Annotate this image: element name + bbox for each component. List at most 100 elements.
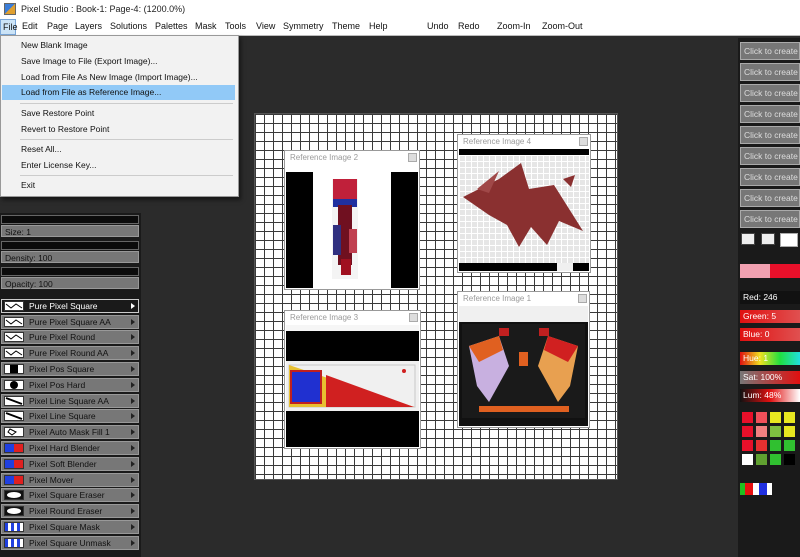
menu-revert-restore-point[interactable]: Revert to Restore Point: [2, 122, 235, 137]
menu-tools[interactable]: Tools: [225, 21, 246, 31]
close-icon[interactable]: [579, 137, 588, 146]
menu-edit[interactable]: Edit: [22, 21, 38, 31]
palette-swatch[interactable]: [756, 426, 767, 437]
tool-pure-pixel-square-aa[interactable]: Pure Pixel Square AA: [1, 315, 139, 329]
tool-pixel-auto-mask-fill[interactable]: Pixel Auto Mask Fill 1: [1, 425, 139, 439]
tool-pixel-round-eraser[interactable]: Pixel Round Eraser: [1, 504, 139, 518]
menu-solutions[interactable]: Solutions: [110, 21, 147, 31]
menu-theme[interactable]: Theme: [332, 21, 360, 31]
palette-swatch[interactable]: [784, 412, 795, 423]
tool-pixel-square-unmask[interactable]: Pixel Square Unmask: [1, 536, 139, 550]
recent-swatch[interactable]: [759, 483, 767, 495]
menu-load-new-image[interactable]: Load from File As New Image (Import Imag…: [2, 70, 235, 85]
close-icon[interactable]: [578, 294, 587, 303]
palette-swatch[interactable]: [784, 440, 795, 451]
close-icon[interactable]: [408, 153, 417, 162]
create-slot-button[interactable]: Click to create: [740, 147, 800, 165]
menu-new-blank-image[interactable]: New Blank Image: [2, 38, 235, 53]
create-slot-button[interactable]: Click to create: [740, 63, 800, 81]
reference-window-1[interactable]: Reference Image 1: [457, 291, 590, 428]
menu-zoom-in[interactable]: Zoom-In: [497, 21, 531, 31]
create-slot-button[interactable]: Click to create: [740, 105, 800, 123]
tool-pixel-mover[interactable]: Pixel Mover: [1, 473, 139, 487]
create-slot-button[interactable]: Click to create: [740, 168, 800, 186]
palette-swatch[interactable]: [742, 412, 753, 423]
menu-symmetry[interactable]: Symmetry: [283, 21, 324, 31]
menu-file[interactable]: File: [0, 19, 18, 35]
tool-pixel-square-mask[interactable]: Pixel Square Mask: [1, 520, 139, 534]
tool-pure-pixel-round[interactable]: Pure Pixel Round: [1, 330, 139, 344]
menu-reset-all[interactable]: Reset All...: [2, 142, 235, 157]
menu-undo[interactable]: Undo: [427, 21, 449, 31]
reference-window-2[interactable]: Reference Image 2: [284, 150, 420, 290]
palette-swatch[interactable]: [770, 440, 781, 451]
palette-swatch[interactable]: [742, 454, 753, 465]
brush-stroke-icon: [4, 317, 24, 327]
menu-item-label: Revert to Restore Point: [21, 124, 110, 134]
tool-label: Pixel Square Eraser: [29, 490, 105, 500]
create-slot-button[interactable]: Click to create: [740, 42, 800, 60]
menu-zoom-out[interactable]: Zoom-Out: [542, 21, 583, 31]
menu-load-reference-image[interactable]: Load from File as Reference Image...: [2, 85, 235, 100]
lum-value[interactable]: Lum: 48%: [740, 389, 800, 402]
tool-pixel-line-square-aa[interactable]: Pixel Line Square AA: [1, 394, 139, 408]
palette-swatch[interactable]: [784, 426, 795, 437]
menu-help[interactable]: Help: [369, 21, 388, 31]
menu-save-restore-point[interactable]: Save Restore Point: [2, 106, 235, 121]
menu-page[interactable]: Page: [47, 21, 68, 31]
palette-swatch[interactable]: [742, 426, 753, 437]
menu-redo[interactable]: Redo: [458, 21, 480, 31]
current-color-swatch[interactable]: [740, 264, 800, 278]
palette-swatch[interactable]: [770, 454, 781, 465]
menu-exit[interactable]: Exit: [2, 178, 235, 193]
tool-pixel-line-square[interactable]: Pixel Line Square: [1, 409, 139, 423]
close-icon[interactable]: [409, 313, 418, 322]
hue-value[interactable]: Hue: 1: [740, 352, 800, 365]
green-value[interactable]: Green: 5: [740, 310, 800, 323]
reference-window-3[interactable]: Reference Image 3: [284, 310, 421, 449]
menu-view[interactable]: View: [256, 21, 275, 31]
arrow-right-icon: [131, 445, 135, 451]
tool-pixel-hard-blender[interactable]: Pixel Hard Blender: [1, 441, 139, 455]
tool-pixel-square-eraser[interactable]: Pixel Square Eraser: [1, 488, 139, 502]
palette-swatch[interactable]: [770, 426, 781, 437]
opacity-slider[interactable]: [1, 267, 139, 276]
palette-swatch[interactable]: [756, 440, 767, 451]
layer-thumbnail[interactable]: [780, 233, 798, 247]
tool-label: Pixel Pos Hard: [29, 380, 86, 390]
eye-icon[interactable]: [741, 233, 755, 245]
create-slot-button[interactable]: Click to create: [740, 84, 800, 102]
tool-pure-pixel-round-aa[interactable]: Pure Pixel Round AA: [1, 346, 139, 360]
reference-window-4[interactable]: Reference Image 4: [457, 134, 591, 273]
menu-mask[interactable]: Mask: [195, 21, 217, 31]
create-slot-button[interactable]: Click to create: [740, 126, 800, 144]
palette-swatch[interactable]: [770, 412, 781, 423]
arrow-right-icon: [131, 350, 135, 356]
menu-save-image-to-file[interactable]: Save Image to File (Export Image)...: [2, 54, 235, 69]
red-value[interactable]: Red: 246: [740, 291, 800, 304]
create-slot-button[interactable]: Click to create: [740, 189, 800, 207]
menu-enter-license-key[interactable]: Enter License Key...: [2, 158, 235, 173]
sat-value[interactable]: Sat: 100%: [740, 371, 800, 384]
tool-pure-pixel-square[interactable]: Pure Pixel Square: [1, 299, 139, 313]
menu-palettes[interactable]: Palettes: [155, 21, 188, 31]
recent-swatch[interactable]: [745, 483, 753, 495]
tool-pixel-pos-hard[interactable]: Pixel Pos Hard: [1, 378, 139, 392]
palette-swatch[interactable]: [756, 454, 767, 465]
mask-icon: [4, 522, 24, 532]
app-icon: [4, 3, 16, 15]
density-slider[interactable]: [1, 241, 139, 250]
reference-image: [286, 165, 418, 288]
create-slot-button[interactable]: Click to create: [740, 210, 800, 228]
palette-swatch[interactable]: [784, 454, 795, 465]
tool-pixel-soft-blender[interactable]: Pixel Soft Blender: [1, 457, 139, 471]
menu-layers[interactable]: Layers: [75, 21, 102, 31]
blue-value[interactable]: Blue: 0: [740, 328, 800, 341]
reference-window-title: Reference Image 3: [290, 313, 359, 322]
recent-swatch[interactable]: [767, 483, 772, 495]
lock-icon[interactable]: [761, 233, 775, 245]
palette-swatch[interactable]: [742, 440, 753, 451]
size-slider[interactable]: [1, 215, 139, 224]
tool-pixel-pos-square[interactable]: Pixel Pos Square: [1, 362, 139, 376]
palette-swatch[interactable]: [756, 412, 767, 423]
